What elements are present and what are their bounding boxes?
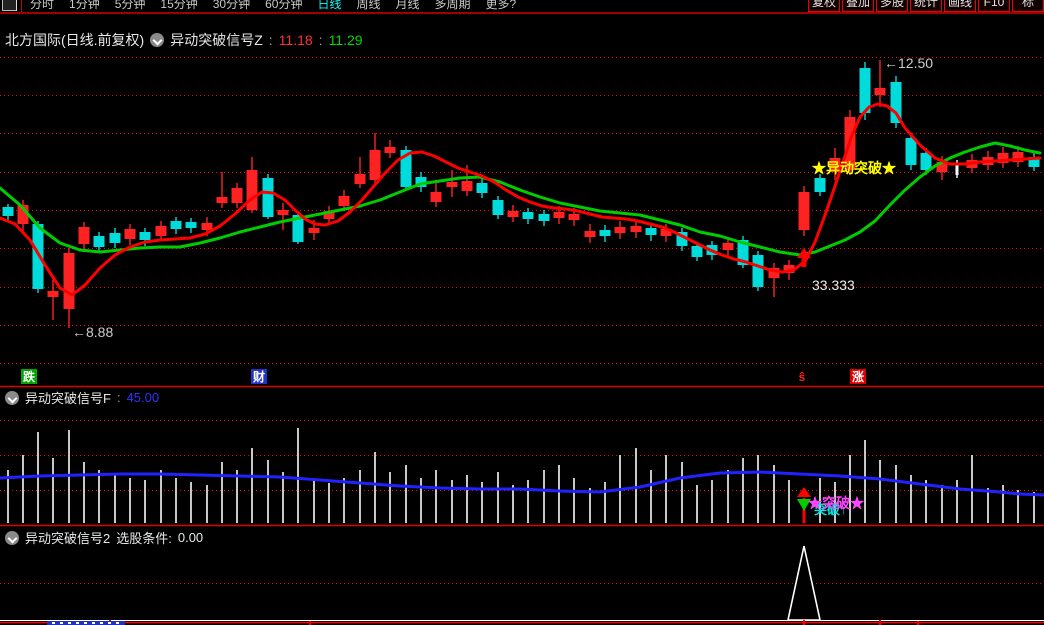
ma-fast-line bbox=[0, 102, 1042, 297]
indicator-collapse-icon[interactable] bbox=[5, 530, 19, 545]
indicator-collapse-icon[interactable] bbox=[150, 32, 165, 47]
indicator-value-2: 11.29 bbox=[328, 31, 363, 48]
svg-text:★异动突破★: ★异动突破★ bbox=[812, 160, 896, 176]
panel3-header: 异动突破信号2 选股条件: 0.00 bbox=[5, 528, 203, 547]
panel3-condition-value: 0.00 bbox=[177, 530, 204, 545]
colon: : bbox=[116, 390, 121, 405]
event-marker-row: 跌财ŝ涨 bbox=[21, 369, 866, 384]
panel3-condition-label: 选股条件: bbox=[116, 531, 172, 546]
panel2-indicator-value: 45.00 bbox=[126, 390, 160, 405]
panel2-blue-line bbox=[0, 470, 1044, 497]
svg-text:←12.50: ←12.50 bbox=[884, 55, 933, 71]
panel3-indicator-name: 异动突破信号2 bbox=[25, 531, 111, 546]
panel2-indicator-name: 异动突破信号F bbox=[25, 391, 111, 406]
indicator-value-1: 11.18 bbox=[278, 31, 313, 48]
svg-text:ŝ: ŝ bbox=[799, 370, 806, 384]
stock-app-window: 分时 1分钟 5分钟 15分钟 30分钟 60分钟 日线 周线 月线 多周期 更多? 复权 叠加 多股统… bbox=[0, 0, 1044, 625]
colon: : bbox=[318, 31, 323, 48]
main-indicator-name: 异动突破信号Z bbox=[170, 31, 263, 48]
main-chart-gridlines bbox=[0, 57, 1044, 364]
svg-text:33.333: 33.333 bbox=[812, 277, 855, 293]
svg-text:←8.88: ←8.88 bbox=[72, 324, 113, 340]
svg-text:涨: 涨 bbox=[852, 369, 864, 384]
svg-text:★突破★: ★突破★ bbox=[808, 495, 864, 511]
colon: : bbox=[268, 31, 273, 48]
title-bar: 北方国际(日线.前复权) 异动突破信号Z : 11.18 : 11.29 bbox=[5, 31, 363, 48]
indicator-collapse-icon[interactable] bbox=[5, 390, 19, 405]
svg-text:跌: 跌 bbox=[23, 369, 36, 384]
panel2-header: 异动突破信号F : 45.00 bbox=[5, 388, 159, 407]
svg-text:财: 财 bbox=[252, 369, 265, 384]
panel3-axis bbox=[0, 620, 1044, 625]
stock-title: 北方国际(日线.前复权) bbox=[5, 31, 145, 48]
panel2-breakout-signal: 突破↑★突破★ bbox=[797, 487, 864, 517]
